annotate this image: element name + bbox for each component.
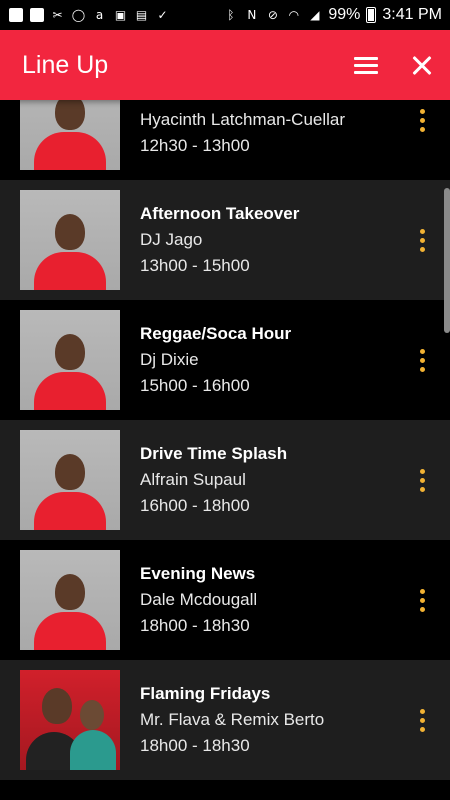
list-item[interactable]: Afternoon Takeover DJ Jago 13h00 - 15h00 bbox=[0, 180, 450, 300]
bluetooth-icon: ᛒ bbox=[227, 8, 235, 22]
battery-percent: 99% bbox=[328, 6, 361, 23]
page-title: Line Up bbox=[22, 50, 109, 79]
show-time: 15h00 - 16h00 bbox=[140, 376, 250, 395]
clock: 3:41 PM bbox=[382, 6, 442, 23]
show-time: 18h00 - 18h30 bbox=[140, 736, 250, 755]
news-icon: ▤ bbox=[135, 8, 148, 22]
more-options-button[interactable] bbox=[402, 450, 442, 510]
scissors-icon: ✂ bbox=[52, 8, 63, 22]
more-options-button[interactable] bbox=[402, 330, 442, 390]
amazon-icon: a bbox=[95, 8, 104, 22]
host-name: Dale Mcdougall bbox=[140, 590, 258, 609]
host-photo bbox=[20, 430, 120, 530]
show-title: Afternoon Takeover bbox=[140, 204, 300, 223]
host-photo bbox=[20, 550, 120, 650]
show-time: 18h00 - 18h30 bbox=[140, 616, 250, 635]
more-options-button[interactable] bbox=[402, 210, 442, 270]
lineup-list: Afternoon News Hyacinth Latchman-Cuellar… bbox=[0, 60, 450, 780]
host-photo bbox=[20, 670, 120, 770]
wifi-icon: ◠ bbox=[288, 8, 300, 22]
facebook-icon bbox=[8, 8, 23, 23]
show-time: 12h30 - 13h00 bbox=[140, 136, 250, 155]
show-title: Drive Time Splash bbox=[140, 444, 288, 463]
host-photo bbox=[20, 310, 120, 410]
host-name: Alfrain Supaul bbox=[140, 470, 246, 489]
close-icon bbox=[412, 55, 432, 75]
list-item[interactable]: Reggae/Soca Hour Dj Dixie 15h00 - 16h00 bbox=[0, 300, 450, 420]
notification-icons: ✂ ◯ a ▣ ▤ ✓ bbox=[8, 8, 170, 23]
menu-icon bbox=[354, 53, 378, 78]
more-options-button[interactable] bbox=[402, 570, 442, 630]
mute-icon: ⊘ bbox=[267, 8, 278, 22]
battery-icon bbox=[366, 7, 377, 23]
show-title: Reggae/Soca Hour bbox=[140, 324, 292, 343]
more-options-button[interactable] bbox=[402, 690, 442, 750]
app-bar: Line Up bbox=[0, 30, 450, 100]
show-time: 13h00 - 15h00 bbox=[140, 256, 250, 275]
status-bar: ✂ ◯ a ▣ ▤ ✓ ᛒ N ⊘ ◠ ◢ 99% 3:41 PM bbox=[0, 0, 450, 30]
image-icon: ▣ bbox=[114, 8, 127, 22]
show-title: Evening News bbox=[140, 564, 256, 583]
signal-icon: ◢ bbox=[310, 8, 320, 22]
menu-button[interactable] bbox=[338, 37, 394, 93]
show-time: 16h00 - 18h00 bbox=[140, 496, 250, 515]
scrollbar[interactable] bbox=[444, 188, 450, 333]
host-name: Mr. Flava & Remix Berto bbox=[140, 710, 325, 729]
list-item[interactable]: Evening News Dale Mcdougall 18h00 - 18h3… bbox=[0, 540, 450, 660]
nfc-icon: N bbox=[247, 8, 257, 22]
host-name: Hyacinth Latchman-Cuellar bbox=[140, 110, 346, 129]
facebook-icon bbox=[29, 8, 44, 23]
list-item[interactable]: Flaming Fridays Mr. Flava & Remix Berto … bbox=[0, 660, 450, 780]
close-button[interactable] bbox=[394, 37, 450, 93]
system-icons: ᛒ N ⊘ ◠ ◢ 99% 3:41 PM bbox=[223, 6, 442, 24]
list-item[interactable]: Drive Time Splash Alfrain Supaul 16h00 -… bbox=[0, 420, 450, 540]
host-photo bbox=[20, 190, 120, 290]
check-icon: ✓ bbox=[157, 8, 168, 22]
host-name: DJ Jago bbox=[140, 230, 203, 249]
circle-icon: ◯ bbox=[71, 8, 86, 22]
host-name: Dj Dixie bbox=[140, 350, 199, 369]
show-title: Flaming Fridays bbox=[140, 684, 271, 703]
